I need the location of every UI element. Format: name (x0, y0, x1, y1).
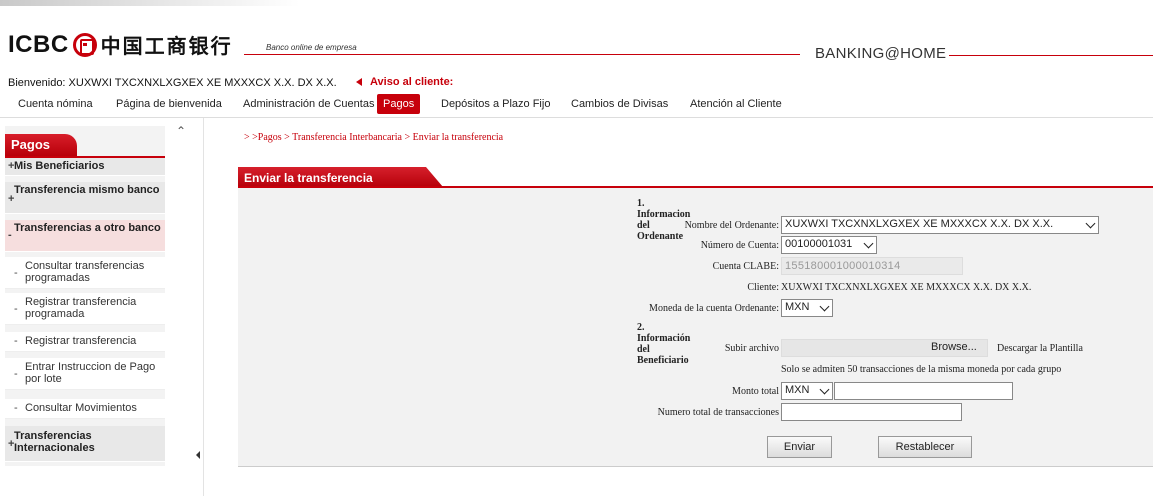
icbc-logo: ICBC 中国工商银行 (8, 30, 233, 59)
sidebar-divider (203, 118, 204, 496)
sidebar-toggle-icon[interactable] (196, 451, 200, 459)
bullet: - (14, 303, 18, 315)
sidebar-item-label: Entrar Instruccion de Pago por lote (25, 361, 156, 385)
sidebar-item-label: Registrar transferencia (25, 335, 137, 347)
transactions-note: Solo se admiten 50 transacciones de la m… (781, 364, 1062, 375)
main-nav: Cuenta nómina Página de bienvenida Admin… (0, 92, 1153, 118)
nav-pagina-bienvenida[interactable]: Página de bienvenida (116, 98, 222, 110)
bullet: - (14, 267, 18, 279)
expand-icon: + (8, 193, 15, 205)
sidebar-item-pago-por-lote[interactable]: - Entrar Instruccion de Pago por lote (5, 358, 165, 390)
bullet: - (14, 368, 18, 380)
chevron-down-icon (863, 238, 874, 249)
nav-cambios-divisas[interactable]: Cambios de Divisas (571, 98, 668, 110)
welcome-message: Bienvenido: XUXWXI TXCXNXLXGXEX XE MXXXC… (8, 77, 337, 89)
cliente-label: Cliente: (747, 282, 779, 293)
header-divider (244, 54, 800, 55)
brand-divider (949, 55, 1153, 56)
browse-button[interactable]: Browse... (931, 339, 977, 357)
enviar-button[interactable]: Enviar (767, 436, 832, 458)
chevron-down-icon (1085, 218, 1096, 229)
brand-title: BANKING@HOME (815, 45, 947, 62)
numero-transacciones-input[interactable] (781, 403, 962, 421)
tagline: Banco online de empresa (266, 43, 357, 52)
moneda-select[interactable]: MXN (781, 299, 833, 317)
bullet: - (14, 402, 18, 414)
sidebar-title: Pagos (5, 134, 165, 158)
monto-currency-value: MXN (785, 384, 810, 396)
sidebar-item-consultar-movimientos[interactable]: - Consultar Movimientos (5, 399, 165, 419)
sidebar-item-registrar-programada[interactable]: - Registrar transferencia programada (5, 293, 165, 325)
nombre-ordenante-label: Nombre del Ordenante: (684, 220, 779, 231)
logo-chinese-text: 中国工商银行 (100, 34, 233, 58)
expand-icon: + (8, 160, 15, 172)
chevron-down-icon (819, 301, 830, 312)
nav-cuenta-nomina[interactable]: Cuenta nómina (18, 98, 93, 110)
numero-transacciones-label: Numero total de transacciones (657, 407, 779, 418)
expand-icon: + (8, 438, 15, 450)
notice-label: Aviso al cliente: (370, 76, 454, 88)
collapse-icon: - (8, 229, 12, 241)
sidebar-item-transferencias-otro-banco[interactable]: - Transferencias a otro banco (5, 220, 165, 252)
icbc-emblem-icon (72, 32, 97, 57)
nav-administracion-cuentas[interactable]: Administración de Cuentas (243, 98, 374, 110)
nav-atencion-cliente[interactable]: Atención al Cliente (690, 98, 782, 110)
numero-cuenta-value: 00100001031 (785, 238, 853, 250)
client-notice-link[interactable]: Aviso al cliente: (356, 76, 453, 88)
bullet: - (14, 335, 18, 347)
chevron-down-icon (819, 384, 830, 395)
header: ICBC 中国工商银行 Banco online de empresa BANK… (0, 0, 1153, 70)
sidebar-item-label: Transferencias Internacionales (14, 430, 95, 454)
sidebar: Pagos + Mis Beneficiarios + Transferenci… (5, 126, 165, 466)
sidebar-item-mis-beneficiarios[interactable]: + Mis Beneficiarios (5, 158, 165, 176)
restablecer-button[interactable]: Restablecer (878, 436, 972, 458)
monto-currency-select[interactable]: MXN (781, 382, 833, 400)
moneda-label: Moneda de la cuenta Ordenante: (649, 303, 779, 314)
nav-pagos[interactable]: Pagos (377, 94, 421, 114)
numero-cuenta-select[interactable]: 00100001031 (781, 236, 877, 254)
logo-text: ICBC (8, 30, 69, 58)
monto-total-input[interactable] (834, 382, 1013, 400)
sidebar-item-label: Consultar Movimientos (25, 402, 137, 414)
breadcrumb: > >Pagos > Transferencia Interbancaria >… (244, 132, 504, 143)
sidebar-item-label: Transferencia mismo banco (14, 184, 160, 196)
sidebar-item-label: Registrar transferencia programada (25, 296, 137, 320)
sidebar-item-transferencia-mismo-banco[interactable]: + Transferencia mismo banco (5, 182, 165, 214)
moneda-value: MXN (785, 301, 810, 313)
nombre-ordenante-select[interactable]: XUXWXI TXCXNXLXGXEX XE MXXXCX X.X. DX X.… (781, 216, 1099, 234)
sidebar-item-label: Transferencias a otro banco (14, 222, 161, 234)
monto-total-label: Monto total (732, 386, 779, 397)
panel-title: Enviar la transferencia (238, 167, 443, 187)
cuenta-clabe-label: Cuenta CLABE: (712, 261, 779, 272)
cuenta-clabe-field: 155180001000010314 (781, 257, 963, 275)
sidebar-item-consultar-programadas[interactable]: - Consultar transferencias programadas (5, 257, 165, 289)
descargar-plantilla-link[interactable]: Descargar la Plantilla (997, 343, 1083, 354)
nombre-ordenante-value: XUXWXI TXCXNXLXGXEX XE MXXXCX X.X. DX X.… (785, 218, 1054, 230)
sidebar-item-label: Mis Beneficiarios (14, 160, 105, 172)
numero-cuenta-label: Número de Cuenta: (700, 240, 779, 251)
speaker-icon (356, 78, 362, 86)
sidebar-item-registrar-transferencia[interactable]: - Registrar transferencia (5, 332, 165, 352)
sidebar-item-transferencias-internacionales[interactable]: + Transferencias Internacionales (5, 426, 165, 462)
cliente-value: XUXWXI TXCXNXLXGXEX XE MXXXCX X.X. DX X.… (781, 282, 1032, 293)
subir-archivo-label: Subir archivo (724, 343, 779, 354)
nav-depositos-plazo-fijo[interactable]: Depósitos a Plazo Fijo (441, 98, 550, 110)
sidebar-collapse-up-icon[interactable]: ⌃ (176, 124, 186, 138)
sidebar-item-label: Consultar transferencias programadas (25, 260, 145, 284)
